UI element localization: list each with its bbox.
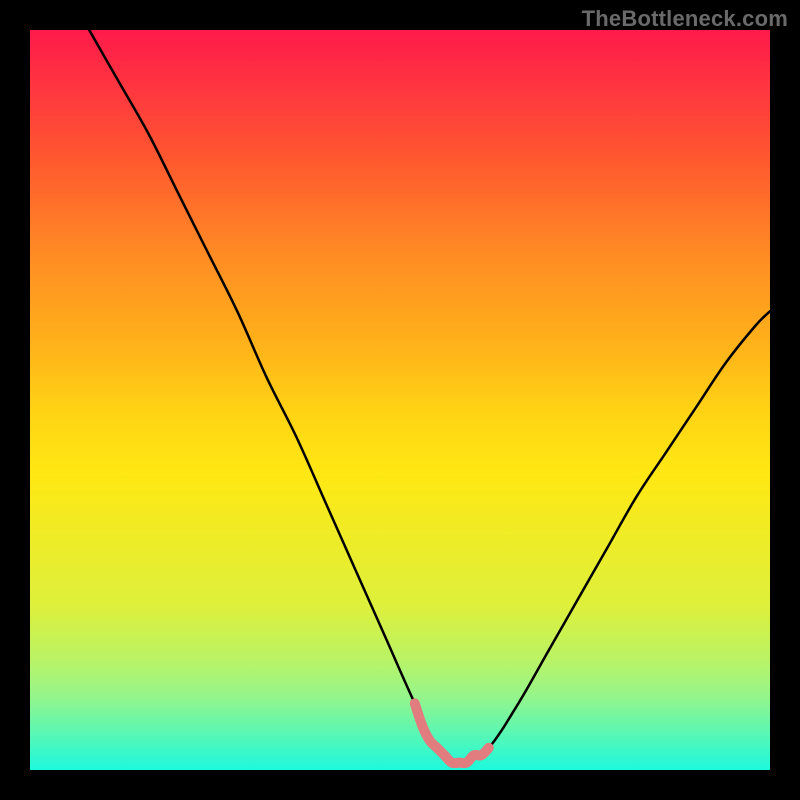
curve-layer [30, 30, 770, 770]
plot-area [30, 30, 770, 770]
watermark-text: TheBottleneck.com [582, 6, 788, 32]
chart-canvas: TheBottleneck.com [0, 0, 800, 800]
bottleneck-curve [89, 30, 770, 765]
valley-highlight [415, 703, 489, 763]
